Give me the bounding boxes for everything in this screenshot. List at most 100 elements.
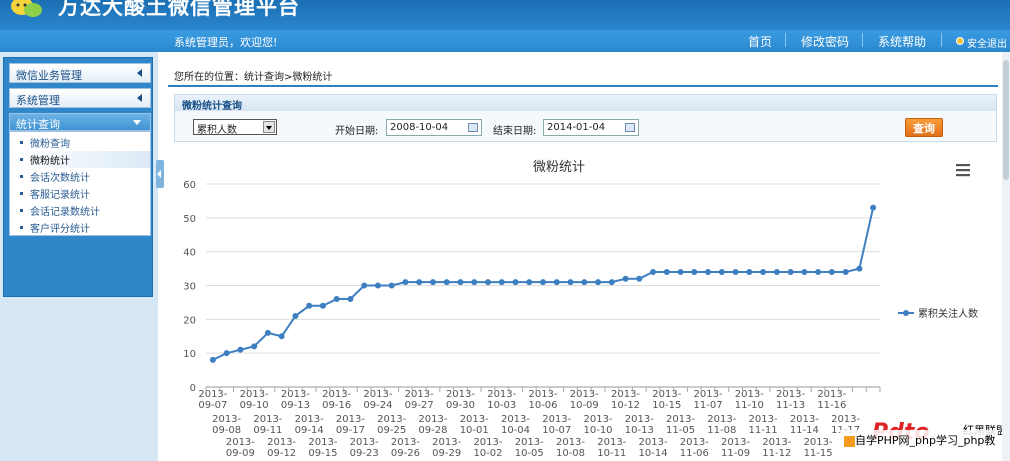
nav-separator <box>862 33 863 47</box>
x-tick-label: 2013-09-23 <box>350 437 379 459</box>
data-point <box>801 268 808 275</box>
sidebar-item-fans-query[interactable]: 微粉查询 <box>10 134 150 151</box>
x-tick-label: 2013-10-06 <box>528 389 557 411</box>
breadcrumb: 您所在的位置：统计查询>微粉统计 <box>174 72 333 83</box>
chart-area: 微粉统计 0 10 20 30 40 50 60 2013-09-07 2013-09-10 201… <box>174 148 997 461</box>
sidebar-section-label: 微信业务管理 <box>16 69 82 82</box>
data-point <box>264 329 271 336</box>
chart-title: 微粉统计 <box>533 160 585 175</box>
data-point <box>856 265 863 272</box>
y-tick-label: 50 <box>183 214 196 225</box>
query-button[interactable]: 查询 <box>905 118 943 137</box>
menu-icon <box>956 169 970 172</box>
data-point <box>773 268 780 275</box>
x-tick-label: 2013-11-13 <box>776 389 805 411</box>
data-point <box>842 268 849 275</box>
sidebar-item-session-count-stats[interactable]: 会话次数统计 <box>10 168 150 185</box>
sidebar-collapse-handle[interactable] <box>156 160 164 188</box>
x-tick-label: 2013-09-14 <box>295 414 324 436</box>
x-tick-label: 2013-10-04 <box>501 414 530 436</box>
wechat-logo-icon <box>11 0 42 17</box>
x-tick-label: 2013-09-28 <box>418 414 447 436</box>
nav-logout-link[interactable]: 安全退出 <box>967 35 1007 50</box>
y-tick-label: 0 <box>190 383 196 394</box>
metric-select[interactable]: 累积人数 <box>193 119 277 136</box>
x-tick-label: 2013-11-16 <box>817 389 846 411</box>
sidebar-section-wechat-business[interactable]: 微信业务管理 <box>9 63 151 83</box>
nav-change-password-link[interactable]: 修改密码 <box>801 33 849 50</box>
x-tick-label: 2013-11-07 <box>694 389 723 411</box>
end-date-value: 2014-01-04 <box>547 122 606 133</box>
data-point <box>361 282 368 289</box>
y-tick-label: 10 <box>183 349 196 360</box>
collapse-arrow-icon <box>157 170 161 178</box>
data-point <box>237 346 244 353</box>
x-tick-label: 2013-10-05 <box>515 437 544 459</box>
x-tick-label: 2013-11-12 <box>762 437 791 459</box>
data-point <box>581 279 588 286</box>
data-point <box>691 268 698 275</box>
sidebar-item-label: 会话次数统计 <box>30 173 90 184</box>
x-tick-label: 2013-09-25 <box>377 414 406 436</box>
watermark-label: 自学PHP网_php学习_php教 <box>855 434 996 447</box>
data-point <box>347 296 354 303</box>
data-point <box>828 268 835 275</box>
bullet-icon <box>20 209 23 212</box>
calendar-icon[interactable] <box>625 123 635 132</box>
end-date-input[interactable]: 2014-01-04 <box>543 119 639 136</box>
data-point <box>650 268 657 275</box>
data-point <box>663 268 670 275</box>
data-point <box>746 268 753 275</box>
data-point <box>498 279 505 286</box>
dropdown-arrow-icon <box>263 121 275 133</box>
x-tick-label: 2013-09-10 <box>240 389 269 411</box>
nav-home-link[interactable]: 首页 <box>748 33 772 50</box>
data-point <box>595 279 602 286</box>
x-tick-label: 2013-09-11 <box>253 414 282 436</box>
data-point <box>278 333 285 340</box>
x-tick-label: 2013-10-09 <box>570 389 599 411</box>
sidebar-section-statistics[interactable]: 统计查询 <box>9 113 151 131</box>
data-point <box>484 279 491 286</box>
x-tick-label: 2013-09-15 <box>308 437 337 459</box>
sidebar-item-fans-stats[interactable]: 微粉统计 <box>10 151 150 168</box>
sidebar-item-label: 会话记录数统计 <box>30 207 100 218</box>
sidebar-section-system[interactable]: 系统管理 <box>9 88 151 108</box>
data-point <box>870 204 877 211</box>
scrollbar-thumb[interactable] <box>1003 60 1009 180</box>
x-tick-label: 2013-10-01 <box>460 414 489 436</box>
data-point <box>540 279 546 286</box>
calendar-icon[interactable] <box>468 123 478 132</box>
x-tick-label: 2013-09-16 <box>322 389 351 411</box>
sidebar-item-session-record-stats[interactable]: 会话记录数统计 <box>10 202 150 219</box>
x-tick-label: 2013-11-05 <box>666 414 695 436</box>
x-tick-label: 2013-10-12 <box>611 389 640 411</box>
main-content: 您所在的位置：统计查询>微粉统计 微粉统计查询 累积人数 开始日期: 2008-… <box>164 52 1010 461</box>
legend-label: 累积关注人数 <box>918 307 978 320</box>
data-point <box>526 279 533 286</box>
start-date-input[interactable]: 2008-10-04 <box>386 119 482 136</box>
x-tick-label: 2013-11-06 <box>680 437 709 459</box>
x-tick-label: 2013-11-09 <box>721 437 750 459</box>
start-date-value: 2008-10-04 <box>390 122 449 133</box>
data-point <box>815 268 822 275</box>
logout-icon <box>956 37 964 45</box>
nav-help-link[interactable]: 系统帮助 <box>878 33 926 50</box>
y-tick-label: 30 <box>183 282 196 293</box>
data-point <box>567 279 574 286</box>
y-tick-label: 20 <box>183 315 196 326</box>
data-point <box>636 275 643 282</box>
data-point <box>760 268 767 275</box>
bullet-icon <box>20 175 23 178</box>
x-tick-label: 2013-10-03 <box>487 389 516 411</box>
bullet-icon <box>20 141 23 144</box>
sidebar-item-service-record-stats[interactable]: 客服记录统计 <box>10 185 150 202</box>
x-tick-label: 2013-10-08 <box>556 437 585 459</box>
sidebar-item-customer-rating-stats[interactable]: 客户评分统计 <box>10 219 150 236</box>
x-tick-label: 2013-11-15 <box>804 437 833 459</box>
x-tick-label: 2013-09-07 <box>198 389 227 411</box>
data-point <box>429 279 436 286</box>
x-tick-label: 2013-09-30 <box>446 389 475 411</box>
sidebar-menu: 微信业务管理 系统管理 统计查询 微粉查询 微粉统计 会话次数统计 客服记录统计… <box>3 57 153 297</box>
data-point <box>416 279 423 286</box>
